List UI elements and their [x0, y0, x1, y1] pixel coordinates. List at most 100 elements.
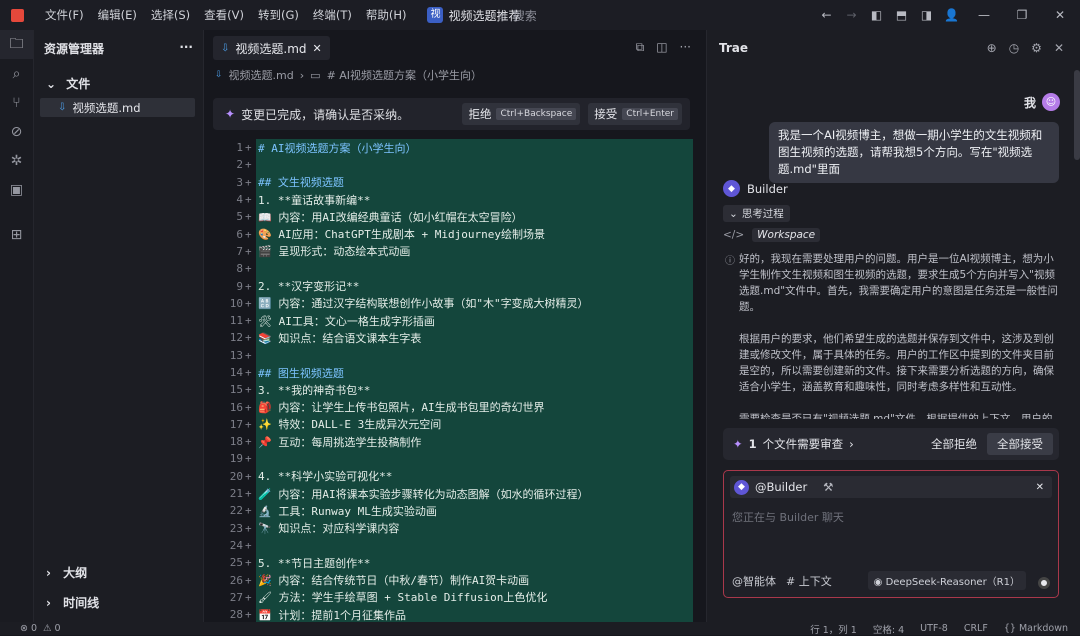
code-line[interactable]: 2 + [205, 156, 705, 174]
breadcrumb-file[interactable]: 视频选题.md [229, 67, 294, 83]
extensions-icon[interactable]: ⊞ [0, 220, 33, 249]
model-name: DeepSeek-Reasoner（R1） [885, 577, 1020, 588]
code-line[interactable]: 11 + 🛠 AI工具：文心一格生成字形插画 [205, 311, 705, 330]
menu-file[interactable]: 文件(F) [38, 0, 91, 30]
accept-button[interactable]: 接受 Ctrl+Enter [588, 103, 682, 125]
outline-section[interactable]: › 大纲 [46, 564, 87, 581]
split-editor-icon[interactable]: ◫ [656, 40, 667, 55]
code-line[interactable]: 25 +5. **节日主题创作** [205, 554, 705, 572]
menu-selection[interactable]: 选择(S) [144, 0, 197, 30]
model-selector[interactable]: ◉ DeepSeek-Reasoner（R1） [867, 571, 1026, 590]
code-line[interactable]: 15 +3. **我的神奇书包** [205, 381, 705, 399]
preview-icon[interactable]: ▣ [0, 175, 33, 204]
code-line[interactable]: 6 + 🎨 AI应用：ChatGPT生成剧本 + Midjourney绘制场景 [205, 225, 705, 243]
menu-edit[interactable]: 编辑(E) [91, 0, 144, 30]
new-chat-icon[interactable]: ⊕ [987, 41, 997, 55]
code-line[interactable]: 9 +2. **汉字变形记** [205, 277, 705, 295]
code-line[interactable]: 21 + 🧪 内容：用AI将课本实验步骤转化为动态图解（如水的循环过程） [205, 484, 705, 503]
code-line[interactable]: 16 + 🎒 内容：让学生上传书包照片，AI生成书包里的奇幻世界 [205, 398, 705, 416]
open-preview-icon[interactable]: ⧉ [636, 40, 645, 55]
cursor-position[interactable]: 行 1，列 1 [810, 622, 857, 636]
chat-input-box[interactable]: ◆ @Builder ⚒ ✕ 您正在与 Builder 聊天 @智能体 # 上下… [723, 470, 1059, 598]
thinking-toggle[interactable]: ⌄ 思考过程 [723, 205, 790, 222]
more-actions-icon[interactable]: ··· [680, 40, 691, 55]
folder-section[interactable]: ⌄ 文件 [34, 57, 203, 92]
code-line[interactable]: 7 + 🎬 呈现形式：动态绘本式动画 [205, 242, 705, 261]
reject-button[interactable]: 拒绝 Ctrl+Backspace [462, 103, 581, 125]
send-button[interactable] [1038, 577, 1050, 589]
close-icon[interactable]: ✕ [1036, 482, 1044, 493]
review-text[interactable]: 个文件需要审查 [763, 436, 844, 452]
reject-all-button[interactable]: 全部拒绝 [931, 436, 977, 452]
settings-gear-icon[interactable]: ⚙ [1031, 41, 1042, 55]
code-line[interactable]: 1 + # AI视频选题方案（小学生向） [205, 139, 705, 157]
code-line[interactable]: 26 + 🎉 内容：结合传统节日（中秋/春节）制作AI贺卡动画 [205, 571, 705, 589]
remote-icon[interactable]: ⊘ [0, 117, 33, 146]
maximize-icon[interactable]: ❐ [1004, 8, 1040, 22]
code-line[interactable]: 28 + 📅 计划：提前1个月征集作品 [205, 606, 705, 622]
code-editor[interactable]: 1 + # AI视频选题方案（小学生向） 2 +3 + ## 文生视频选题 4 +1. **童话… [205, 139, 705, 622]
warning-count[interactable]: 0 [55, 623, 61, 634]
language-mode[interactable]: {} Markdown [1004, 623, 1068, 634]
code-line[interactable]: 8 + [205, 260, 705, 278]
error-count[interactable]: 0 [31, 623, 37, 634]
agent-mention-button[interactable]: @智能体 [732, 573, 776, 589]
toggle-panel-icon[interactable]: ⬒ [889, 8, 914, 22]
search-view-icon[interactable]: ⌕ [0, 59, 33, 88]
toggle-sidebar-icon[interactable]: ◧ [864, 8, 889, 22]
code-line[interactable]: 3 + ## 文生视频选题 [205, 173, 705, 191]
code-line[interactable]: 4 +1. **童话故事新编** [205, 190, 705, 209]
encoding[interactable]: UTF-8 [920, 623, 948, 634]
minimize-icon[interactable]: — [964, 8, 1004, 22]
scrollbar[interactable] [1074, 70, 1080, 160]
file-item[interactable]: ⇩ 视频选题.md [40, 98, 195, 117]
code-line[interactable]: 24 + [205, 536, 705, 555]
close-tab-icon[interactable]: ✕ [313, 42, 322, 55]
editor-tab[interactable]: ⇩ 视频选题.md ✕ [213, 36, 330, 60]
line-text [256, 260, 693, 278]
forward-arrow-icon[interactable]: → [839, 8, 864, 22]
breadcrumb-symbol[interactable]: # AI视频选题方案（小学生向） [327, 67, 482, 83]
close-panel-icon[interactable]: ✕ [1054, 41, 1064, 55]
chat-agent[interactable]: @Builder [755, 480, 807, 494]
history-icon[interactable]: ◷ [1009, 41, 1019, 55]
more-actions-icon[interactable]: ··· [179, 40, 193, 57]
code-line[interactable]: 22 + 🔬 工具：Runway ML生成实验动画 [205, 502, 705, 520]
menu-go[interactable]: 转到(G) [251, 0, 306, 30]
toggle-secondary-sidebar-icon[interactable]: ◨ [914, 8, 939, 22]
builder-icon: ◆ [734, 479, 749, 495]
code-line[interactable]: 23 + 🔭 知识点：对应科学课内容 [205, 519, 705, 537]
error-icon[interactable]: ⊗ [20, 623, 28, 634]
code-line[interactable]: 14 + ## 图生视频选题 [205, 363, 705, 382]
code-line[interactable]: 5 + 📖 内容：用AI改编经典童话（如小红帽在太空冒险） [205, 208, 705, 226]
explorer-icon[interactable]: 🗀 [0, 30, 33, 59]
account-icon[interactable]: 👤 [939, 8, 964, 22]
code-line[interactable]: 18 + 📌 互动：每周挑选学生投稿制作 [205, 433, 705, 451]
accept-all-button[interactable]: 全部接受 [987, 433, 1053, 455]
source-control-icon[interactable]: ⑂ [0, 88, 33, 117]
timeline-section[interactable]: › 时间线 [46, 594, 99, 611]
menu-view[interactable]: 查看(V) [197, 0, 251, 30]
code-line[interactable]: 19 + [205, 450, 705, 468]
back-arrow-icon[interactable]: ← [814, 8, 839, 22]
menu-help[interactable]: 帮助(H) [359, 0, 414, 30]
context-button[interactable]: # 上下文 [786, 573, 832, 589]
tool-icon[interactable]: ⚒ [823, 480, 833, 494]
close-window-icon[interactable]: ✕ [1040, 8, 1080, 22]
search-input[interactable]: ⌕ 搜索 [500, 7, 537, 24]
workspace-chip[interactable]: Workspace [752, 228, 821, 242]
debug-icon[interactable]: ✲ [0, 146, 33, 175]
chat-placeholder[interactable]: 您正在与 Builder 聊天 [732, 509, 844, 525]
code-line[interactable]: 20 +4. **科学小实验可视化** [205, 467, 705, 485]
warning-icon[interactable]: ⚠ [43, 623, 52, 634]
code-line[interactable]: 10 + 🔠 内容：通过汉字结构联想创作小故事（如"木"字变成大树精灵） [205, 294, 705, 312]
menu-terminal[interactable]: 终端(T) [306, 0, 359, 30]
line-ending[interactable]: CRLF [964, 623, 988, 634]
chevron-right-icon[interactable]: › [849, 437, 854, 451]
code-line[interactable]: 27 + 🖌 方法：学生手绘草图 + Stable Diffusion上色优化 [205, 588, 705, 607]
code-line[interactable]: 17 + ✨ 特效：DALL-E 3生成异次元空间 [205, 415, 705, 434]
indentation[interactable]: 空格: 4 [873, 622, 904, 636]
code-line[interactable]: 13 + [205, 346, 705, 364]
line-number: 4 [236, 193, 243, 207]
code-line[interactable]: 12 + 📚 知识点：结合语文课本生字表 [205, 329, 705, 347]
